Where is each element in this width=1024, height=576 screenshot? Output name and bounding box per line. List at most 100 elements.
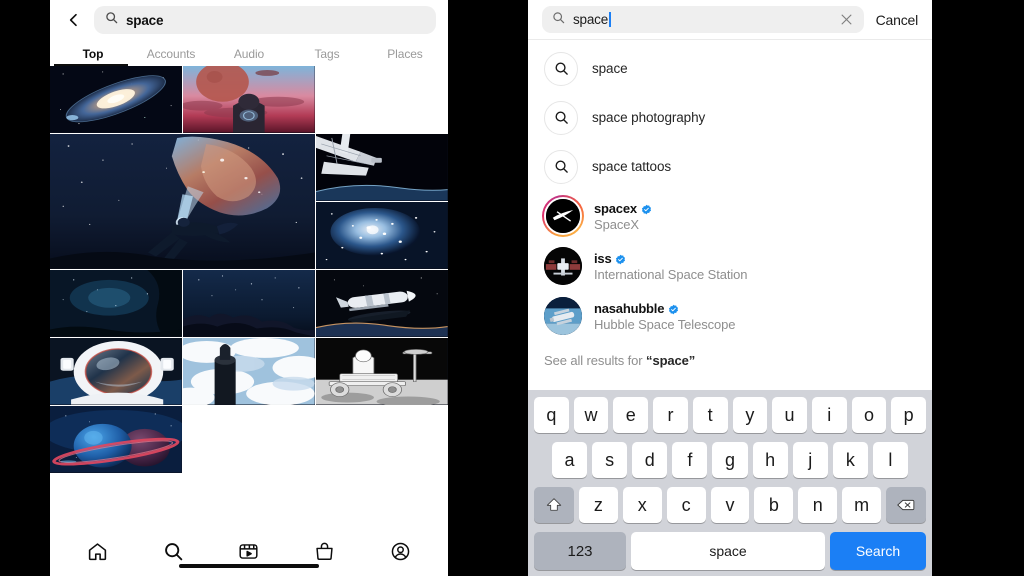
reels-icon[interactable] (234, 538, 264, 564)
see-all-results-link[interactable]: See all results for “space” (528, 341, 932, 368)
search-suggestions-list: space space photography space tattoos sp… (528, 40, 932, 390)
account-username: iss (594, 250, 612, 266)
key-j[interactable]: j (792, 442, 828, 478)
key-h[interactable]: h (752, 442, 788, 478)
account-fullname: Hubble Space Telescope (594, 316, 736, 332)
avatar[interactable] (544, 297, 582, 335)
home-icon[interactable] (83, 538, 113, 564)
key-q[interactable]: q (533, 397, 569, 433)
account-username: nasahubble (594, 300, 665, 316)
grid-tile-andromeda-galaxy[interactable] (50, 66, 182, 133)
suggestion-row-space-tattoos[interactable]: space tattoos (528, 142, 932, 191)
shift-icon[interactable] (534, 487, 574, 523)
grid-tile-rocket-launch-clouds[interactable] (183, 338, 315, 405)
key-p[interactable]: p (891, 397, 927, 433)
account-row-iss[interactable]: iss International Space Station (528, 241, 932, 291)
account-fullname: International Space Station (594, 266, 748, 282)
key-i[interactable]: i (811, 397, 847, 433)
key-t[interactable]: t (692, 397, 728, 433)
search-key[interactable]: Search (830, 532, 926, 570)
search-icon (544, 149, 578, 184)
key-g[interactable]: g (712, 442, 748, 478)
left-search-value: space (126, 12, 164, 28)
see-all-prefix: See all results for (544, 353, 647, 368)
key-f[interactable]: f (672, 442, 708, 478)
tab-top[interactable]: Top (54, 47, 132, 66)
verified-badge-icon (641, 203, 652, 214)
tab-audio[interactable]: Audio (210, 47, 288, 66)
key-l[interactable]: l (872, 442, 908, 478)
left-search-input[interactable]: space (94, 6, 436, 34)
search-icon[interactable] (158, 538, 188, 564)
suggestion-row-space[interactable]: space (528, 44, 932, 93)
key-b[interactable]: b (754, 487, 794, 523)
key-a[interactable]: a (552, 442, 588, 478)
key-e[interactable]: e (613, 397, 649, 433)
grid-tile-astronaut-red-planet-sunset[interactable] (183, 66, 315, 133)
onscreen-keyboard: q w e r t y u i o p a s d f g h j k l z … (528, 390, 932, 576)
left-phone-screen: space Top Accounts Audio Tags Places (50, 0, 448, 576)
suggestion-label: space photography (592, 110, 706, 125)
suggestion-label: space tattoos (592, 159, 672, 174)
numbers-key[interactable]: 123 (534, 532, 626, 570)
account-row-spacex[interactable]: spacex SpaceX (528, 191, 932, 241)
left-tab-bar: Top Accounts Audio Tags Places (50, 40, 448, 66)
tab-tags[interactable]: Tags (288, 47, 366, 66)
key-n[interactable]: n (798, 487, 838, 523)
grid-tile-astronaut-helmet-visor-reflection[interactable] (50, 338, 182, 405)
key-c[interactable]: c (666, 487, 706, 523)
key-y[interactable]: y (732, 397, 768, 433)
right-search-value-wrap: space (573, 12, 831, 27)
key-u[interactable]: u (772, 397, 807, 433)
backspace-icon[interactable] (886, 487, 927, 523)
grid-tile-shuttle-arm-earth-limb[interactable] (316, 134, 448, 201)
key-d[interactable]: d (632, 442, 668, 478)
key-s[interactable]: s (592, 442, 628, 478)
key-v[interactable]: v (710, 487, 750, 523)
grid-tile-blue-star-cluster[interactable] (316, 202, 448, 269)
account-row-nasahubble[interactable]: nasahubble Hubble Space Telescope (528, 291, 932, 341)
cancel-button[interactable]: Cancel (876, 12, 919, 28)
key-k[interactable]: k (832, 442, 868, 478)
tab-accounts[interactable]: Accounts (132, 47, 210, 66)
back-chevron-icon[interactable] (64, 10, 84, 30)
space-key[interactable]: space (631, 532, 825, 570)
verified-badge-icon (615, 253, 626, 264)
screenshot-stage: space Top Accounts Audio Tags Places spa… (0, 0, 1024, 576)
avatar[interactable] (544, 247, 582, 285)
shop-icon[interactable] (310, 538, 340, 564)
grid-tile-milky-way-over-trees[interactable] (50, 270, 182, 337)
avatar[interactable] (542, 195, 584, 237)
key-z[interactable]: z (579, 487, 618, 523)
keyboard-row-4: 123 space Search (531, 532, 929, 570)
profile-icon[interactable] (385, 538, 415, 564)
text-caret (609, 12, 611, 27)
key-w[interactable]: w (573, 397, 609, 433)
key-x[interactable]: x (622, 487, 662, 523)
account-username-row: spacex (594, 201, 652, 216)
key-r[interactable]: r (653, 397, 688, 433)
grid-tile-woman-nebula-levitating[interactable] (50, 134, 315, 269)
verified-badge-icon (668, 303, 679, 314)
keyboard-row-2: a s d f g h j k l (531, 442, 929, 478)
grid-tile-lunar-rover-astronaut-bw[interactable] (316, 338, 448, 405)
tab-places[interactable]: Places (366, 47, 444, 66)
grid-tile-blue-ringed-planets[interactable] (50, 406, 182, 473)
spacex-logo-avatar (544, 197, 582, 235)
right-phone-screen: space Cancel space space photography spa… (528, 0, 932, 576)
search-icon (105, 11, 118, 29)
account-text: nasahubble Hubble Space Telescope (594, 301, 735, 332)
key-o[interactable]: o (851, 397, 887, 433)
bottom-navigation-bar (50, 530, 448, 576)
see-all-term: “space” (646, 353, 696, 368)
right-search-value: space (573, 12, 609, 27)
grid-tile-rocket-in-orbit[interactable] (316, 270, 448, 337)
grid-tile-rocky-terrain-starfield[interactable] (183, 270, 315, 337)
suggestion-label: space (592, 61, 628, 76)
key-m[interactable]: m (842, 487, 882, 523)
right-search-input[interactable]: space (542, 6, 864, 33)
suggestion-row-space-photography[interactable]: space photography (528, 93, 932, 142)
search-icon (544, 100, 578, 135)
close-icon[interactable] (839, 12, 854, 27)
account-text: spacex SpaceX (594, 201, 652, 232)
